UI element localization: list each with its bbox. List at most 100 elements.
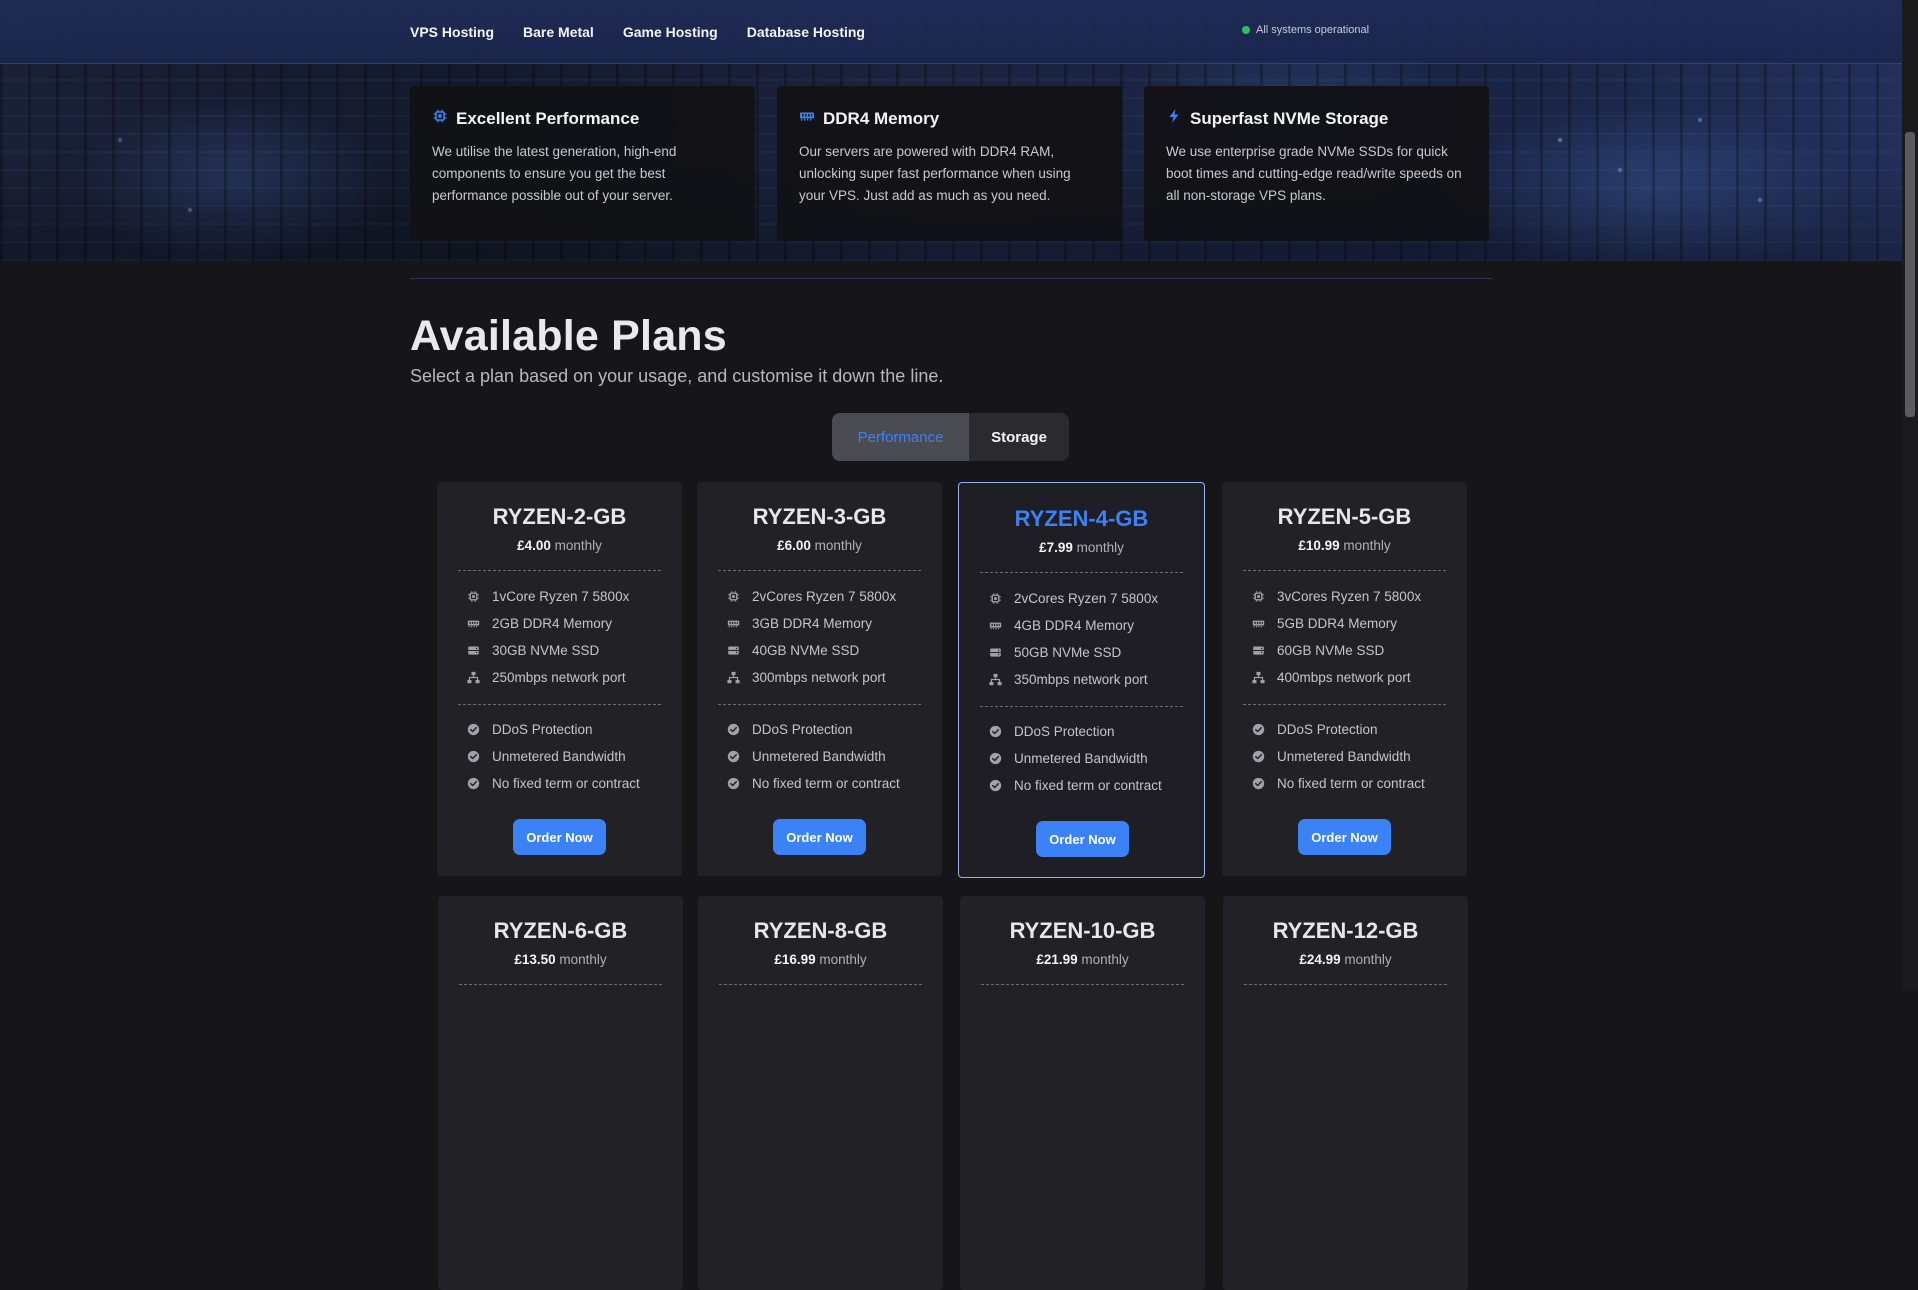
perk-item: Unmetered Bandwidth	[1252, 743, 1425, 770]
network-icon	[467, 671, 480, 684]
price-amount: £13.50	[514, 952, 556, 967]
perk-text: Unmetered Bandwidth	[1014, 751, 1148, 766]
spec-text: 3vCores Ryzen 7 5800x	[1277, 589, 1422, 604]
memory-icon	[799, 108, 815, 129]
check-circle-icon	[1252, 777, 1265, 790]
plan-divider	[1243, 704, 1446, 705]
perk-item: DDoS Protection	[1252, 716, 1425, 743]
order-now-button[interactable]: Order Now	[1298, 819, 1391, 855]
spec-item: 5GB DDR4 Memory	[1252, 610, 1421, 637]
spec-item: 2vCores Ryzen 7 5800x	[727, 583, 896, 610]
plan-type-toggle: Performance Storage	[832, 413, 1069, 461]
plan-price: £13.50 monthly	[438, 952, 683, 967]
plan-name: RYZEN-5-GB	[1277, 504, 1412, 529]
check-circle-icon	[1252, 723, 1265, 736]
spec-item: 50GB NVMe SSD	[989, 639, 1158, 666]
storage-icon	[989, 646, 1002, 659]
plan-perks: DDoS Protection Unmetered Bandwidth No fix…	[989, 718, 1162, 799]
plan-name: RYZEN-12-GB	[1272, 918, 1419, 943]
price-amount: £24.99	[1299, 952, 1341, 967]
plan-divider	[718, 704, 921, 705]
check-circle-icon	[727, 723, 740, 736]
check-circle-icon	[467, 777, 480, 790]
network-icon	[1252, 671, 1265, 684]
network-icon	[727, 671, 740, 684]
spec-item: 350mbps network port	[989, 666, 1158, 693]
plan-price: £16.99 monthly	[698, 952, 943, 967]
cpu-icon	[727, 590, 740, 603]
perk-item: DDoS Protection	[727, 716, 900, 743]
plan-price: £24.99 monthly	[1223, 952, 1468, 967]
price-amount: £6.00	[777, 538, 811, 553]
plan-divider	[718, 570, 921, 571]
perk-text: DDoS Protection	[1014, 724, 1115, 739]
memory-icon	[989, 619, 1002, 632]
plan-specs: 1vCore Ryzen 7 5800x 2GB DDR4 Memory 30GB …	[467, 583, 629, 691]
check-circle-icon	[989, 752, 1002, 765]
main-nav: VPS Hosting Bare Metal Game Hosting Data…	[410, 0, 865, 64]
spec-text: 5GB DDR4 Memory	[1277, 616, 1398, 631]
section-divider	[410, 278, 1492, 279]
plan-divider	[459, 984, 662, 985]
system-status[interactable]: All systems operational	[1242, 24, 1369, 36]
feature-title: DDR4 Memory	[823, 108, 940, 128]
plan-card-ryzen-4-gb: RYZEN-4-GB £7.99 monthly 2vCores Ryzen 7 5…	[958, 482, 1205, 878]
nav-vps-hosting[interactable]: VPS Hosting	[410, 24, 494, 40]
scrollbar-thumb[interactable]	[1905, 132, 1915, 417]
spec-text: 350mbps network port	[1014, 672, 1148, 687]
order-now-button[interactable]: Order Now	[1036, 821, 1129, 857]
price-amount: £10.99	[1298, 538, 1340, 553]
plan-price: £4.00 monthly	[437, 538, 682, 553]
plan-card-ryzen-6-gb: RYZEN-6-GB £13.50 monthly	[438, 896, 683, 1290]
perk-text: No fixed term or contract	[492, 776, 640, 791]
spec-item: 2vCores Ryzen 7 5800x	[989, 585, 1158, 612]
plan-price: £7.99 monthly	[959, 540, 1204, 555]
toggle-performance[interactable]: Performance	[832, 413, 969, 461]
page-scrollbar[interactable]	[1902, 0, 1918, 991]
cpu-icon	[989, 592, 1002, 605]
feature-description: We utilise the latest generation, high-e…	[432, 144, 677, 203]
plan-card-ryzen-2-gb: RYZEN-2-GB £4.00 monthly 1vCore Ryzen 7 58…	[437, 482, 682, 876]
storage-icon	[467, 644, 480, 657]
order-now-button[interactable]: Order Now	[513, 819, 606, 855]
spec-text: 400mbps network port	[1277, 670, 1411, 685]
spec-text: 1vCore Ryzen 7 5800x	[492, 589, 630, 604]
plan-name: RYZEN-4-GB	[1014, 506, 1149, 531]
nav-bare-metal[interactable]: Bare Metal	[523, 24, 594, 40]
nav-database-hosting[interactable]: Database Hosting	[747, 24, 865, 40]
check-circle-icon	[989, 779, 1002, 792]
spec-text: 300mbps network port	[752, 670, 886, 685]
perk-text: Unmetered Bandwidth	[492, 749, 626, 764]
spec-text: 2vCores Ryzen 7 5800x	[752, 589, 897, 604]
toggle-storage[interactable]: Storage	[969, 413, 1069, 461]
plan-price: £21.99 monthly	[960, 952, 1205, 967]
cpu-icon	[432, 108, 448, 129]
feature-card-memory: DDR4 Memory Our servers are powered with…	[777, 86, 1122, 241]
spec-item: 250mbps network port	[467, 664, 629, 691]
plan-divider	[458, 570, 661, 571]
spec-text: 3GB DDR4 Memory	[752, 616, 873, 631]
perk-item: Unmetered Bandwidth	[989, 745, 1162, 772]
price-period: monthly	[559, 952, 607, 967]
spec-text: 40GB NVMe SSD	[752, 643, 860, 658]
plans-subtitle: Select a plan based on your usage, and c…	[410, 366, 944, 386]
order-now-button[interactable]: Order Now	[773, 819, 866, 855]
spec-item: 1vCore Ryzen 7 5800x	[467, 583, 629, 610]
price-period: monthly	[1344, 952, 1392, 967]
price-amount: £4.00	[517, 538, 551, 553]
feature-cards: Excellent Performance We utilise the lat…	[410, 86, 1489, 241]
spec-text: 2vCores Ryzen 7 5800x	[1014, 591, 1159, 606]
price-amount: £16.99	[774, 952, 816, 967]
nav-game-hosting[interactable]: Game Hosting	[623, 24, 718, 40]
price-period: monthly	[1343, 538, 1391, 553]
plans-title: Available Plans	[410, 312, 727, 360]
perk-text: DDoS Protection	[492, 722, 593, 737]
plan-divider	[1244, 984, 1447, 985]
plan-price: £10.99 monthly	[1222, 538, 1467, 553]
price-period: monthly	[1076, 540, 1124, 555]
feature-card-performance: Excellent Performance We utilise the lat…	[410, 86, 755, 241]
spec-item: 3GB DDR4 Memory	[727, 610, 896, 637]
check-circle-icon	[467, 750, 480, 763]
feature-description: Our servers are powered with DDR4 RAM, u…	[799, 144, 1071, 203]
plan-divider	[981, 984, 1184, 985]
